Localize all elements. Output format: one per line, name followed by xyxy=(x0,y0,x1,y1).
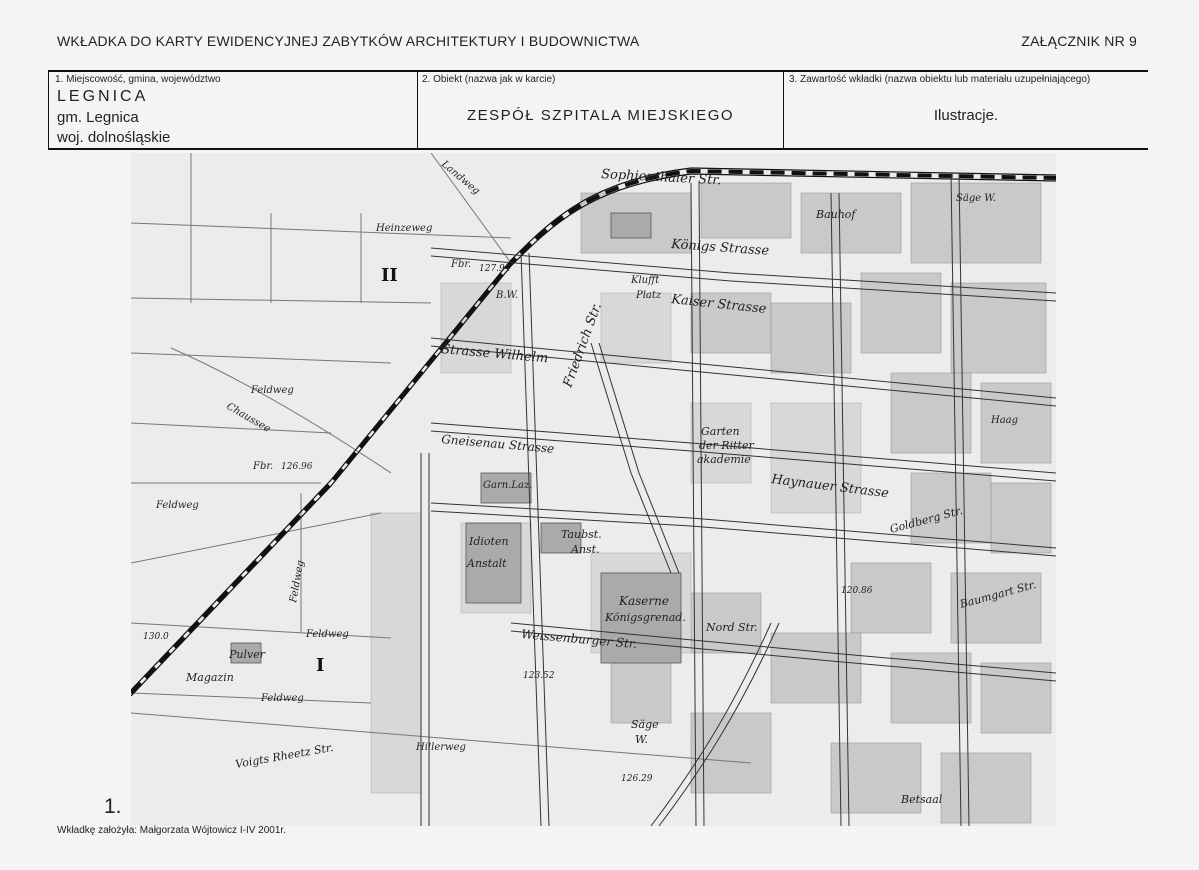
label-konigsgrenad: Königsgrenad. xyxy=(604,611,686,624)
road-heinzeweg: Heinzeweg xyxy=(375,223,432,234)
label-taubst: Taubst. xyxy=(561,528,602,541)
zone-i-label: I xyxy=(316,655,324,676)
elevation-130: 130.0 xyxy=(143,632,169,642)
bottom-rule xyxy=(48,148,1148,150)
label-fbr-1: Fbr. xyxy=(450,259,471,270)
label-taubst-anst: Anst. xyxy=(570,543,600,556)
road-feldweg-3: Feldweg xyxy=(305,629,349,640)
voivodeship-name: woj. dolnośląskie xyxy=(57,129,171,146)
label-akademie: akademie xyxy=(697,453,751,466)
left-divider xyxy=(48,71,49,149)
historic-map-image: II I Sophienthaler Str. Königs Strasse K… xyxy=(131,153,1056,826)
label-platz: Platz xyxy=(635,290,662,301)
label-betsaal: Betsaal xyxy=(900,793,943,806)
street-nord: Nord Str. xyxy=(705,621,758,634)
content-description: Ilustracje. xyxy=(933,107,999,124)
elevation-127-94: 127.94 xyxy=(479,264,511,274)
elevation-123-52: 123.52 xyxy=(523,671,555,681)
label-anstalt: Anstalt xyxy=(466,557,507,570)
content-label: 3. Zawartość wkładki (nazwa obiektu lub … xyxy=(789,74,1091,85)
elevation-126-29: 126.29 xyxy=(621,774,653,784)
label-kluft: Klufft xyxy=(630,275,660,286)
label-der-ritter: der Ritter xyxy=(699,439,754,452)
elevation-126-96: 126.96 xyxy=(281,462,313,472)
author-note: Wkładkę założyła: Małgorzata Wójtowicz I… xyxy=(57,825,286,836)
object-name: ZESPÓŁ SZPITALA MIEJSKIEGO xyxy=(466,107,735,124)
label-garten: Garten xyxy=(701,425,740,438)
label-sage-w2: W. xyxy=(635,733,648,746)
label-kaserne: Kaserne xyxy=(618,594,669,608)
elevation-120-86: 120.86 xyxy=(841,586,873,596)
column-divider xyxy=(783,71,784,149)
town-name: LEGNICA xyxy=(57,88,149,105)
zone-ii-label: II xyxy=(381,265,398,286)
label-fbr-2: Fbr. xyxy=(252,461,273,472)
road-hillerweg: Hillerweg xyxy=(415,742,466,753)
label-pulver: Pulver xyxy=(228,648,266,661)
label-magazin: Magazin xyxy=(185,671,234,684)
plate-number: 1. xyxy=(104,795,122,818)
label-bw: B.W. xyxy=(495,290,518,301)
map-drawing: II I Sophienthaler Str. Königs Strasse K… xyxy=(131,153,1056,826)
road-feldweg-1: Feldweg xyxy=(250,385,294,396)
object-label: 2. Obiekt (nazwa jak w karcie) xyxy=(422,74,556,85)
card-title: WKŁADKA DO KARTY EWIDENCYJNEJ ZABYTKÓW A… xyxy=(57,33,640,49)
label-haag: Haag xyxy=(990,415,1018,426)
label-garnlaz: Garn.Laz. xyxy=(483,480,532,491)
label-sage-w: Säge W. xyxy=(956,193,996,204)
top-rule xyxy=(48,70,1148,72)
annex-number: ZAŁĄCZNIK NR 9 xyxy=(1021,33,1137,49)
road-feldweg-2: Feldweg xyxy=(155,500,199,511)
label-idioten: Idioten xyxy=(468,535,509,548)
location-label: 1. Miejscowość, gmina, województwo xyxy=(55,74,221,85)
record-card: WKŁADKA DO KARTY EWIDENCYJNEJ ZABYTKÓW A… xyxy=(0,0,1199,870)
label-sage: Säge xyxy=(631,718,659,731)
label-bauhof: Bauhof xyxy=(815,208,857,221)
gmina-name: gm. Legnica xyxy=(57,109,139,126)
road-feldweg-4: Feldweg xyxy=(260,693,304,704)
